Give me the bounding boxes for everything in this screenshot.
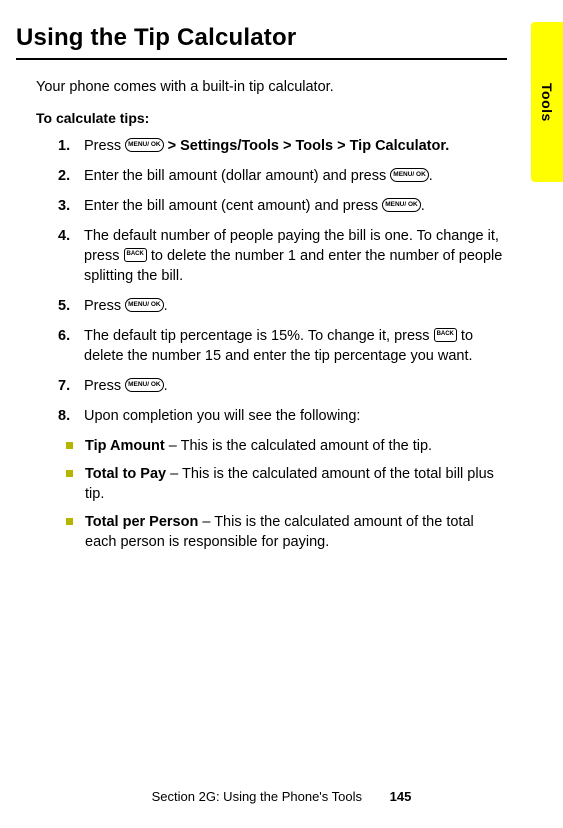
side-tab-label: Tools	[539, 83, 555, 122]
step-body: Enter the bill amount (dollar amount) an…	[84, 166, 507, 186]
step-item: 1. Press MENU/ OK > Settings/Tools > Too…	[58, 136, 507, 156]
step-body: The default number of people paying the …	[84, 226, 507, 286]
page-title: Using the Tip Calculator	[16, 24, 507, 52]
back-key-icon: BACK	[124, 248, 147, 262]
ok-key-icon: MENU/ OK	[125, 138, 164, 152]
step-item: 5. Press MENU/ OK.	[58, 296, 507, 316]
step-body: Press MENU/ OK > Settings/Tools > Tools …	[84, 136, 507, 156]
step-item: 2. Enter the bill amount (dollar amount)…	[58, 166, 507, 186]
result-item: Total to Pay – This is the calculated am…	[66, 464, 507, 504]
step-body: Press MENU/ OK.	[84, 376, 507, 396]
side-tab: Tools	[531, 22, 563, 182]
result-item: Tip Amount – This is the calculated amou…	[66, 436, 507, 456]
step-number: 6.	[58, 326, 84, 366]
step-number: 8.	[58, 406, 84, 426]
step-item: 6. The default tip percentage is 15%. To…	[58, 326, 507, 366]
step-item: 8. Upon completion you will see the foll…	[58, 406, 507, 426]
ok-key-icon: MENU/ OK	[382, 198, 421, 212]
result-body: Total per Person – This is the calculate…	[85, 512, 507, 552]
subheading: To calculate tips:	[36, 110, 507, 126]
result-item: Total per Person – This is the calculate…	[66, 512, 507, 552]
title-block: Using the Tip Calculator	[16, 24, 507, 60]
footer-section: Section 2G: Using the Phone's Tools	[152, 789, 362, 804]
steps-list: 1. Press MENU/ OK > Settings/Tools > Too…	[58, 136, 507, 426]
step-number: 4.	[58, 226, 84, 286]
result-label: Tip Amount	[85, 438, 165, 454]
ok-key-icon: MENU/ OK	[390, 168, 429, 182]
result-desc: – This is the calculated amount of the t…	[165, 438, 432, 454]
title-rule	[16, 58, 507, 60]
intro-text: Your phone comes with a built-in tip cal…	[36, 78, 507, 98]
ok-key-icon: MENU/ OK	[125, 298, 164, 312]
back-key-icon: BACK	[434, 328, 457, 342]
result-body: Total to Pay – This is the calculated am…	[85, 464, 507, 504]
step-item: 4. The default number of people paying t…	[58, 226, 507, 286]
step-body: The default tip percentage is 15%. To ch…	[84, 326, 507, 366]
step-item: 7. Press MENU/ OK.	[58, 376, 507, 396]
step-body: Enter the bill amount (cent amount) and …	[84, 196, 507, 216]
step-number: 3.	[58, 196, 84, 216]
step-number: 1.	[58, 136, 84, 156]
result-body: Tip Amount – This is the calculated amou…	[85, 436, 507, 456]
result-label: Total per Person	[85, 514, 198, 530]
bullet-icon	[66, 518, 73, 525]
bullet-icon	[66, 442, 73, 449]
result-label: Total to Pay	[85, 466, 166, 482]
step-number: 7.	[58, 376, 84, 396]
footer-page-number: 145	[390, 789, 412, 804]
page-footer: Section 2G: Using the Phone's Tools 145	[0, 789, 563, 804]
ok-key-icon: MENU/ OK	[125, 378, 164, 392]
step-body: Press MENU/ OK.	[84, 296, 507, 316]
bullet-icon	[66, 470, 73, 477]
results-list: Tip Amount – This is the calculated amou…	[66, 436, 507, 552]
step-body: Upon completion you will see the followi…	[84, 406, 507, 426]
page-content: Using the Tip Calculator Your phone come…	[0, 0, 563, 552]
step-number: 5.	[58, 296, 84, 316]
step-item: 3. Enter the bill amount (cent amount) a…	[58, 196, 507, 216]
step-number: 2.	[58, 166, 84, 186]
